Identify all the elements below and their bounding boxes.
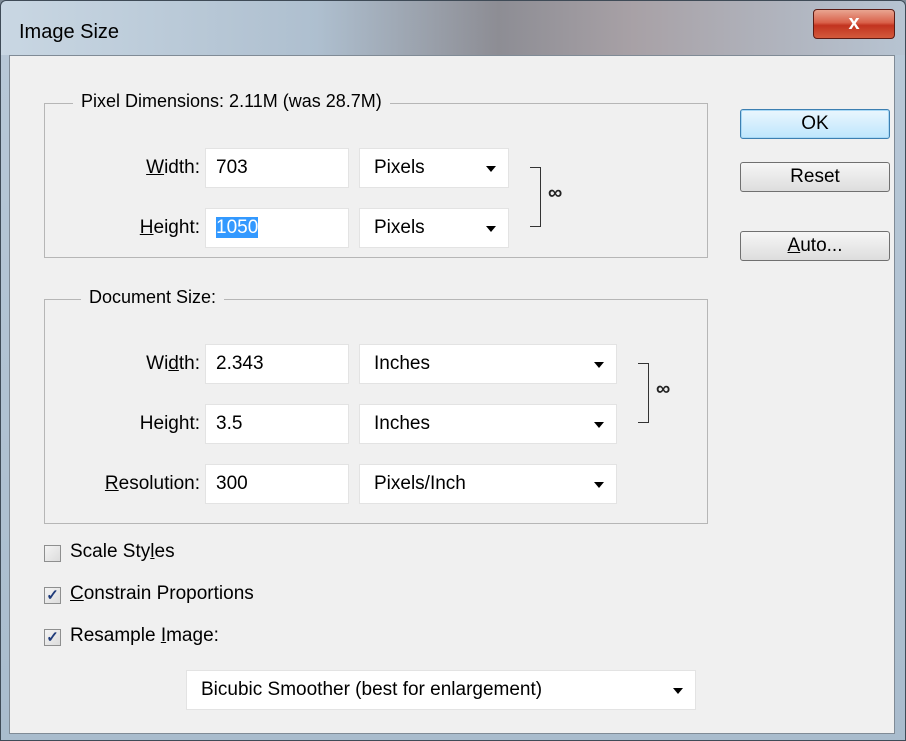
pixel-width-unit-select[interactable]: Pixels — [359, 148, 509, 188]
pixel-constrain-bracket — [530, 167, 541, 227]
constrain-proportions-checkbox[interactable]: ✓ — [44, 587, 61, 604]
chevron-down-icon — [486, 166, 496, 172]
doc-height-label: Height: — [139, 413, 200, 434]
ok-button[interactable]: OK — [740, 109, 890, 139]
checkmark-icon: ✓ — [46, 587, 59, 604]
scale-styles-label[interactable]: Scale Styles — [70, 541, 175, 563]
pixel-height-unit-value: Pixels — [374, 217, 425, 238]
title-bar[interactable]: Image Size x — [1, 1, 905, 55]
close-button[interactable]: x — [813, 9, 895, 39]
chevron-down-icon — [594, 362, 604, 368]
pixel-width-label: Width: — [146, 157, 200, 178]
resample-method-select[interactable]: Bicubic Smoother (best for enlargement) — [186, 670, 696, 710]
auto-button[interactable]: Auto... — [740, 231, 890, 261]
doc-height-unit-select[interactable]: Inches — [359, 404, 617, 444]
doc-width-unit-select[interactable]: Inches — [359, 344, 617, 384]
chain-link-icon: ∞ — [656, 378, 671, 400]
scale-styles-checkbox[interactable] — [44, 545, 61, 562]
resample-image-label[interactable]: Resample Image: — [70, 625, 219, 647]
pixel-height-unit-select[interactable]: Pixels — [359, 208, 509, 248]
pixel-width-input[interactable]: 703 — [205, 148, 349, 188]
window-title: Image Size — [19, 21, 120, 43]
chevron-down-icon — [594, 482, 604, 488]
pixel-dimensions-legend: Pixel Dimensions: 2.11M (was 28.7M) — [73, 91, 390, 112]
doc-width-input[interactable]: 2.343 — [205, 344, 349, 384]
resolution-unit-select[interactable]: Pixels/Inch — [359, 464, 617, 504]
resolution-label: Resolution: — [104, 473, 200, 494]
dialog-client-area: Pixel Dimensions: 2.11M (was 28.7M) Widt… — [9, 55, 895, 734]
chevron-down-icon — [486, 226, 496, 232]
resample-method-value: Bicubic Smoother (best for enlargement) — [201, 679, 543, 700]
chain-link-icon: ∞ — [548, 182, 563, 204]
pixel-height-input[interactable]: 1050 — [205, 208, 349, 248]
resolution-unit-value: Pixels/Inch — [374, 473, 466, 494]
doc-height-unit-value: Inches — [374, 413, 430, 434]
chevron-down-icon — [673, 688, 683, 694]
document-constrain-bracket — [638, 363, 649, 423]
chevron-down-icon — [594, 422, 604, 428]
pixel-height-label: Height: — [139, 217, 200, 238]
constrain-proportions-label[interactable]: Constrain Proportions — [70, 583, 254, 605]
reset-button[interactable]: Reset — [740, 162, 890, 192]
doc-width-unit-value: Inches — [374, 353, 430, 374]
doc-width-label: Width: — [146, 353, 200, 374]
resample-image-checkbox[interactable]: ✓ — [44, 629, 61, 646]
resolution-input[interactable]: 300 — [205, 464, 349, 504]
checkmark-icon: ✓ — [46, 629, 59, 646]
image-size-dialog: Image Size x Pixel Dimensions: 2.11M (wa… — [0, 0, 906, 741]
pixel-width-unit-value: Pixels — [374, 157, 425, 178]
doc-height-input[interactable]: 3.5 — [205, 404, 349, 444]
pixel-height-selected-text: 1050 — [216, 217, 259, 238]
document-size-legend: Document Size: — [81, 287, 225, 308]
